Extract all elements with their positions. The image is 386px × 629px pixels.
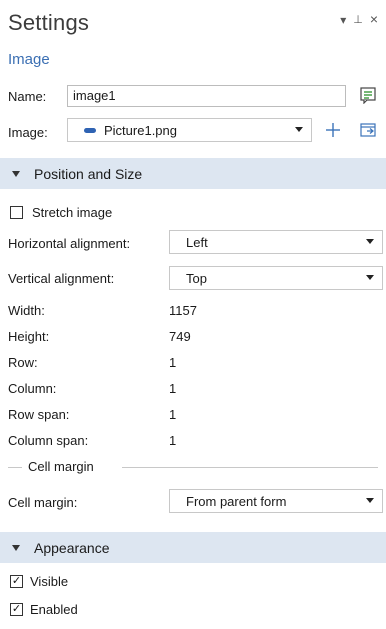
page-title: Settings (8, 10, 90, 35)
collapse-triangle-icon (12, 544, 20, 551)
cell-margin-select[interactable]: From parent form (169, 489, 383, 513)
image-chip-icon (84, 127, 96, 133)
edit-text-icon[interactable] (357, 84, 379, 106)
stretch-image-checkbox[interactable] (10, 206, 23, 219)
close-icon[interactable]: × (370, 12, 378, 26)
section-appearance[interactable]: Appearance (0, 532, 386, 563)
image-select[interactable]: Picture1.png (67, 118, 312, 142)
collapse-triangle-icon (12, 170, 20, 177)
section-position-size[interactable]: Position and Size (0, 158, 386, 189)
image-select-value: Picture1.png (104, 122, 177, 138)
group-divider-left (8, 467, 22, 468)
height-value: 749 (169, 329, 191, 344)
pin-icon[interactable]: ⊥ (353, 14, 363, 26)
vertical-alignment-select[interactable]: Top (169, 266, 383, 290)
page-subtitle: Image (8, 51, 50, 68)
window-controls: ▾ ⊥ × (340, 12, 378, 26)
chevron-down-icon (366, 498, 374, 503)
cell-margin-label: Cell margin: (8, 495, 78, 510)
column-value: 1 (169, 381, 177, 396)
enabled-checkbox[interactable]: ✓ (10, 603, 23, 616)
horizontal-alignment-label: Horizontal alignment: (8, 236, 131, 251)
name-label: Name: (8, 89, 47, 104)
row-value: 1 (169, 355, 177, 370)
dropdown-menu-icon[interactable]: ▾ (340, 14, 346, 26)
width-label: Width: (8, 303, 45, 318)
visible-label: Visible (30, 574, 69, 589)
vertical-alignment-value: Top (186, 270, 207, 286)
cell-margin-group-label: Cell margin (28, 459, 94, 474)
horizontal-alignment-select[interactable]: Left (169, 230, 383, 254)
row-label: Row: (8, 355, 38, 370)
import-icon[interactable] (357, 119, 379, 141)
row-span-label: Row span: (8, 407, 70, 422)
column-span-value: 1 (169, 433, 177, 448)
horizontal-alignment-value: Left (186, 234, 208, 250)
column-label: Column: (8, 381, 57, 396)
chevron-down-icon (295, 127, 303, 132)
section-title: Position and Size (34, 165, 143, 182)
row-span-value: 1 (169, 407, 177, 422)
checkmark-icon: ✓ (11, 575, 22, 587)
enabled-label: Enabled (30, 602, 78, 617)
height-label: Height: (8, 329, 50, 344)
group-divider-right (122, 467, 378, 468)
visible-checkbox[interactable]: ✓ (10, 575, 23, 588)
image-label: Image: (8, 125, 48, 140)
vertical-alignment-label: Vertical alignment: (8, 271, 115, 286)
chevron-down-icon (366, 275, 374, 280)
add-icon[interactable] (322, 119, 344, 141)
width-value: 1157 (169, 303, 197, 318)
chevron-down-icon (366, 239, 374, 244)
name-field[interactable]: image1 (67, 85, 346, 107)
column-span-label: Column span: (8, 433, 89, 448)
stretch-image-label: Stretch image (32, 205, 113, 220)
section-title: Appearance (34, 539, 110, 556)
checkmark-icon: ✓ (11, 603, 22, 615)
cell-margin-value: From parent form (186, 493, 287, 509)
